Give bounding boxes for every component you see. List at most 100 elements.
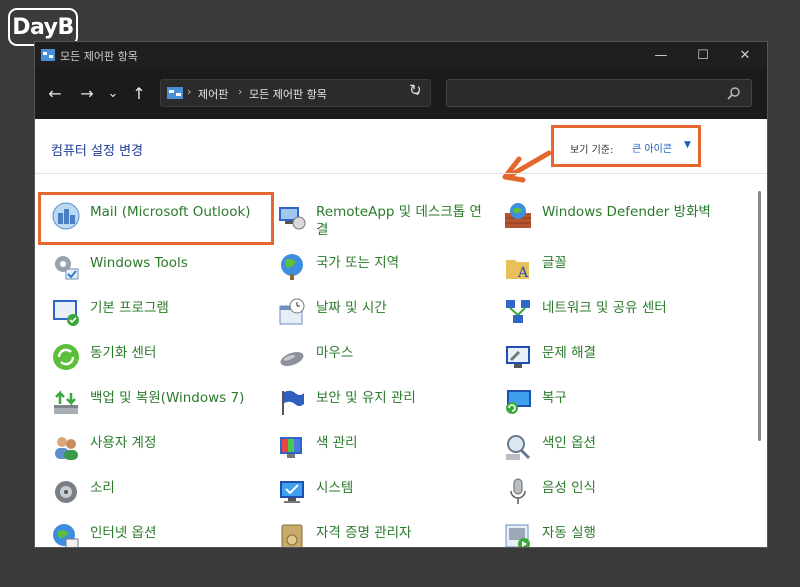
item-troubleshoot[interactable]: 문제 해결 — [503, 342, 723, 378]
item-label: 국가 또는 지역 — [316, 255, 400, 271]
item-windows-tools[interactable]: Windows Tools — [51, 252, 271, 288]
item-autoplay[interactable]: 자동 실행 — [503, 522, 723, 547]
control-panel-icon — [41, 49, 55, 61]
item-user-accounts[interactable]: 사용자 계정 — [51, 432, 271, 468]
item-label: 자격 증명 관리자 — [316, 525, 412, 541]
forward-button[interactable]: → — [77, 84, 97, 104]
minimize-button[interactable]: — — [641, 45, 681, 67]
annotation-arrow-icon — [502, 150, 552, 183]
item-label: 복구 — [542, 390, 567, 406]
backup-icon — [54, 389, 78, 414]
mouse-icon — [280, 352, 304, 366]
item-label: 음성 인식 — [542, 480, 596, 496]
vertical-scrollbar[interactable] — [758, 191, 761, 441]
network-icon — [506, 300, 530, 323]
item-credential-manager[interactable]: 자격 증명 관리자 — [277, 522, 497, 547]
close-button[interactable]: ✕ — [725, 45, 765, 67]
content-area: 컴퓨터 설정 변경 보기 기준: 큰 아이콘 ▼ Mail (Microsoft… — [35, 119, 767, 547]
item-mouse[interactable]: 마우스 — [277, 342, 497, 378]
item-label: 마우스 — [316, 345, 354, 361]
control-panel-window: 모든 제어판 항목 — ☐ ✕ ← → ⌄ ↑ › 제어판 › 모든 제어판 항… — [34, 41, 768, 548]
item-label: Windows Defender 방화벽 — [542, 204, 711, 220]
item-firewall[interactable]: Windows Defender 방화벽 — [503, 201, 723, 237]
item-label: 기본 프로그램 — [90, 300, 169, 316]
address-field[interactable]: › 제어판 › 모든 제어판 항목 ⌄ — [160, 79, 431, 107]
up-button[interactable]: ↑ — [129, 84, 149, 104]
recovery-icon — [506, 390, 531, 414]
internet-options-icon — [53, 524, 79, 547]
item-recovery[interactable]: 복구 — [503, 387, 723, 423]
window-title: 모든 제어판 항목 — [60, 50, 138, 63]
item-label: 동기화 센터 — [90, 345, 157, 361]
recent-locations-button[interactable]: ⌄ — [103, 84, 123, 104]
item-sound[interactable]: 소리 — [51, 477, 271, 513]
sync-icon — [53, 344, 79, 370]
item-label: 시스템 — [316, 480, 354, 496]
breadcrumb-separator: › — [187, 85, 192, 98]
default-programs-icon — [53, 300, 79, 326]
item-remoteapp[interactable]: RemoteApp 및 데스크톱 연결 — [277, 201, 497, 238]
item-label: Windows Tools — [90, 255, 188, 271]
firewall-icon — [505, 203, 531, 228]
windows-tools-icon — [55, 256, 79, 280]
item-network[interactable]: 네트워크 및 공유 센터 — [503, 297, 723, 333]
control-panel-icon — [167, 87, 183, 99]
color-management-icon — [280, 437, 302, 458]
annotation-highlight-box — [38, 192, 274, 245]
item-label: 색 관리 — [316, 435, 358, 451]
item-date-time[interactable]: 날짜 및 시간 — [277, 297, 497, 333]
item-label: RemoteApp 및 데스크톱 연결 — [316, 204, 482, 238]
user-accounts-icon — [55, 437, 78, 460]
item-sync-center[interactable]: 동기화 센터 — [51, 342, 271, 378]
item-label: 백업 및 복원(Windows 7) — [90, 390, 245, 406]
item-label: 인터넷 옵션 — [90, 525, 157, 541]
address-toolbar: ← → ⌄ ↑ › 제어판 › 모든 제어판 항목 ⌄ ↻ — [35, 69, 767, 119]
view-by-dropdown[interactable]: 큰 아이콘 — [632, 140, 672, 155]
search-icon — [727, 87, 740, 100]
item-security-maintenance[interactable]: 보안 및 유지 관리 — [277, 387, 497, 423]
item-label: 보안 및 유지 관리 — [316, 390, 416, 406]
dropdown-arrow-icon[interactable]: ▼ — [684, 140, 691, 150]
item-label: 네트워크 및 공유 센터 — [542, 300, 667, 316]
item-backup-restore[interactable]: 백업 및 복원(Windows 7) — [51, 387, 271, 423]
view-by-label: 보기 기준: — [570, 145, 614, 156]
item-fonts[interactable]: A 글꼴 — [503, 252, 723, 288]
indexing-icon — [506, 435, 531, 460]
troubleshoot-icon — [506, 346, 530, 368]
item-label: 날짜 및 시간 — [316, 300, 387, 316]
page-title: 컴퓨터 설정 변경 — [51, 144, 143, 159]
system-icon — [280, 481, 304, 503]
remoteapp-icon — [279, 207, 306, 230]
sound-icon — [55, 481, 77, 503]
svg-text:A: A — [517, 265, 529, 281]
date-time-icon — [279, 298, 305, 325]
breadcrumb-separator: › — [238, 85, 243, 98]
divider — [35, 173, 767, 174]
item-label: 문제 해결 — [542, 345, 596, 361]
view-by-control: 보기 기준: 큰 아이콘 ▼ — [551, 125, 701, 167]
region-icon — [281, 254, 303, 280]
item-label: 자동 실행 — [542, 525, 596, 541]
speech-icon — [510, 478, 526, 504]
item-default-programs[interactable]: 기본 프로그램 — [51, 297, 271, 333]
item-speech-recognition[interactable]: 음성 인식 — [503, 477, 723, 513]
back-button[interactable]: ← — [45, 84, 65, 104]
title-bar: 모든 제어판 항목 — ☐ ✕ — [35, 42, 767, 69]
autoplay-icon — [505, 524, 530, 547]
item-color-management[interactable]: 색 관리 — [277, 432, 497, 468]
security-flag-icon — [282, 390, 304, 415]
item-system[interactable]: 시스템 — [277, 477, 497, 513]
item-label: 사용자 계정 — [90, 435, 157, 451]
maximize-button[interactable]: ☐ — [683, 45, 723, 67]
breadcrumb-control-panel[interactable]: 제어판 — [198, 86, 228, 102]
search-input[interactable] — [446, 79, 752, 107]
breadcrumb-all-items[interactable]: 모든 제어판 항목 — [249, 86, 327, 102]
refresh-button[interactable]: ↻ — [409, 81, 422, 99]
fonts-icon: A — [506, 260, 529, 281]
item-internet-options[interactable]: 인터넷 옵션 — [51, 522, 271, 547]
credential-manager-icon — [281, 524, 303, 547]
item-region[interactable]: 국가 또는 지역 — [277, 252, 497, 288]
item-label: 소리 — [90, 480, 115, 496]
item-label: 색인 옵션 — [542, 435, 596, 451]
item-indexing-options[interactable]: 색인 옵션 — [503, 432, 723, 468]
